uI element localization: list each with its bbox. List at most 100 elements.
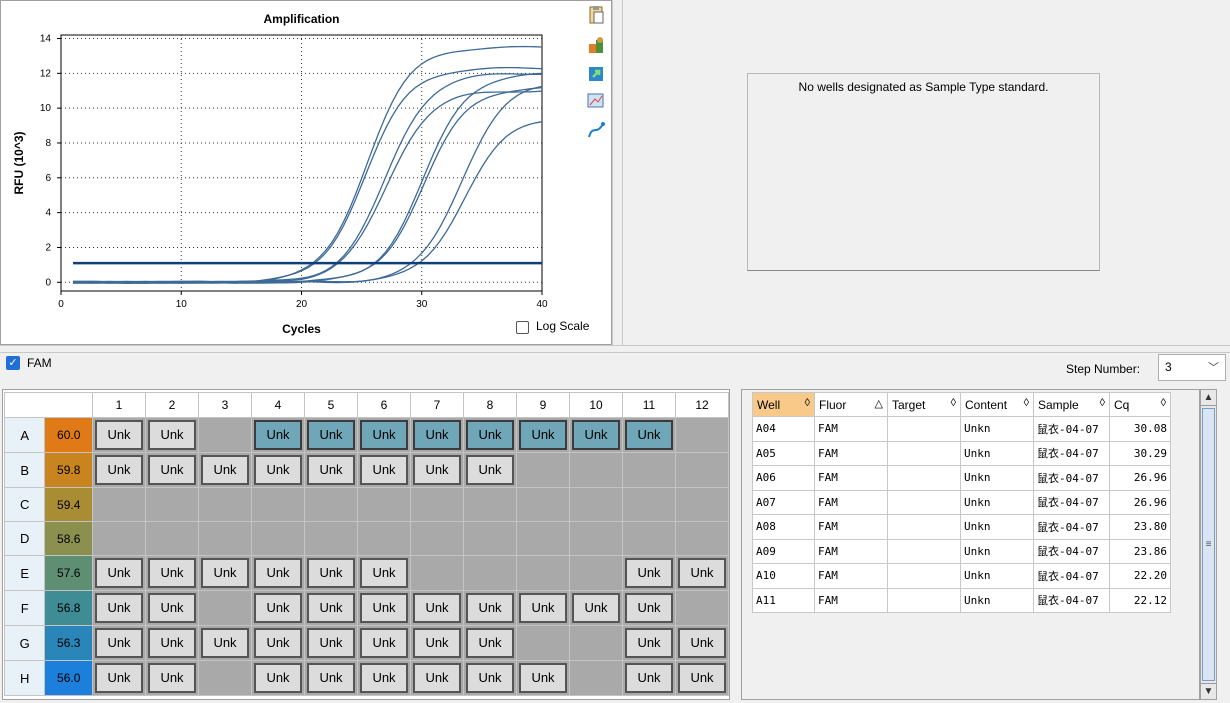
plate-well[interactable]: [675, 487, 729, 522]
sort-icon[interactable]: ◊: [1100, 397, 1105, 409]
plate-well[interactable]: Unk: [675, 660, 729, 696]
plate-column-header[interactable]: 7: [410, 392, 464, 418]
plate-row-header[interactable]: H: [3, 660, 46, 696]
plate-well[interactable]: Unk: [463, 625, 517, 661]
plate-well[interactable]: [569, 521, 623, 556]
plate-well[interactable]: Unk: [92, 590, 146, 626]
table-row[interactable]: A04 FAM Unkn 鼠衣-04-07 30.08: [752, 416, 1171, 442]
plate-well[interactable]: [304, 487, 358, 522]
log-scale-checkbox[interactable]: [516, 321, 529, 334]
grid-column-header[interactable]: Target ◊: [887, 392, 961, 417]
sort-icon[interactable]: ◊: [1024, 397, 1029, 409]
table-cell[interactable]: FAM: [814, 416, 888, 442]
plate-well[interactable]: Unk: [622, 660, 676, 696]
scroll-thumb[interactable]: ≡: [1202, 408, 1215, 681]
plate-well[interactable]: [569, 487, 623, 522]
plate-well[interactable]: [198, 521, 252, 556]
plate-column-header[interactable]: 6: [357, 392, 411, 418]
plate-well[interactable]: Unk: [410, 452, 464, 488]
plate-well[interactable]: [198, 487, 252, 522]
plate-well[interactable]: [463, 487, 517, 522]
table-cell[interactable]: Unkn: [960, 587, 1034, 613]
vertical-splitter[interactable]: [612, 0, 623, 345]
plate-corner[interactable]: [4, 392, 93, 418]
table-cell[interactable]: Unkn: [960, 538, 1034, 564]
plate-well[interactable]: Unk: [251, 660, 305, 696]
trace-style-icon[interactable]: [586, 120, 606, 140]
table-cell[interactable]: FAM: [814, 563, 888, 589]
table-cell[interactable]: A10: [752, 563, 815, 589]
plate-well[interactable]: Unk: [304, 590, 358, 626]
table-cell[interactable]: A07: [752, 489, 815, 515]
plate-row-header[interactable]: A: [3, 417, 46, 453]
table-cell[interactable]: FAM: [814, 465, 888, 491]
plate-well[interactable]: [92, 521, 146, 556]
plate-well[interactable]: Unk: [198, 625, 252, 661]
export-icon[interactable]: [586, 64, 606, 84]
plate-well[interactable]: Unk: [251, 625, 305, 661]
sort-icon[interactable]: ◊: [1161, 397, 1166, 409]
plate-well[interactable]: Unk: [357, 590, 411, 626]
table-cell[interactable]: Unkn: [960, 465, 1034, 491]
table-cell[interactable]: 30.29: [1109, 440, 1171, 466]
plate-well[interactable]: Unk: [145, 555, 199, 591]
table-cell[interactable]: Unkn: [960, 563, 1034, 589]
plate-well[interactable]: Unk: [410, 625, 464, 661]
plate-well[interactable]: Unk: [145, 625, 199, 661]
plate-well[interactable]: Unk: [622, 590, 676, 626]
table-cell[interactable]: [887, 465, 961, 491]
grid-column-header[interactable]: Content ◊: [960, 392, 1034, 417]
plate-well[interactable]: Unk: [251, 555, 305, 591]
table-cell[interactable]: 鼠衣-04-07: [1033, 440, 1110, 466]
plate-well[interactable]: Unk: [463, 452, 517, 488]
plate-well[interactable]: [675, 417, 729, 453]
plate-well[interactable]: [198, 417, 252, 453]
plate-well[interactable]: Unk: [622, 625, 676, 661]
step-number-select[interactable]: 3 ﹀: [1158, 354, 1226, 381]
table-cell[interactable]: 鼠衣-04-07: [1033, 587, 1110, 613]
plate-well[interactable]: Unk: [410, 660, 464, 696]
plate-well[interactable]: [410, 487, 464, 522]
plate-column-header[interactable]: 3: [198, 392, 252, 418]
table-cell[interactable]: A08: [752, 514, 815, 540]
sort-icon[interactable]: △: [875, 397, 883, 410]
plate-well[interactable]: [463, 521, 517, 556]
scroll-up-icon[interactable]: ▲: [1201, 390, 1216, 406]
plate-well[interactable]: Unk: [357, 625, 411, 661]
table-cell[interactable]: 22.20: [1109, 563, 1171, 589]
grid-column-header[interactable]: Sample ◊: [1033, 392, 1110, 417]
table-cell[interactable]: Unkn: [960, 440, 1034, 466]
plate-well[interactable]: Unk: [410, 590, 464, 626]
table-cell[interactable]: 26.96: [1109, 489, 1171, 515]
plate-well[interactable]: [198, 590, 252, 626]
table-row[interactable]: A11 FAM Unkn 鼠衣-04-07 22.12: [752, 587, 1171, 613]
table-row[interactable]: A08 FAM Unkn 鼠衣-04-07 23.80: [752, 514, 1171, 540]
table-cell[interactable]: 26.96: [1109, 465, 1171, 491]
plate-well[interactable]: Unk: [145, 417, 199, 453]
fam-checkbox[interactable]: ✓: [6, 356, 20, 370]
plate-well[interactable]: Unk: [622, 417, 676, 453]
plate-well[interactable]: Unk: [463, 660, 517, 696]
plate-well[interactable]: Unk: [304, 625, 358, 661]
plate-well[interactable]: [569, 625, 623, 661]
plate-well[interactable]: Unk: [198, 452, 252, 488]
table-row[interactable]: A09 FAM Unkn 鼠衣-04-07 23.86: [752, 538, 1171, 564]
plate-well[interactable]: [516, 521, 570, 556]
table-cell[interactable]: FAM: [814, 587, 888, 613]
plate-row-header[interactable]: E: [3, 555, 46, 591]
plate-well[interactable]: [622, 452, 676, 488]
plate-well[interactable]: [410, 555, 464, 591]
plate-row-header[interactable]: C: [3, 487, 46, 522]
plate-well[interactable]: Unk: [516, 660, 570, 696]
plate-well[interactable]: Unk: [463, 590, 517, 626]
plate-well[interactable]: Unk: [675, 555, 729, 591]
table-cell[interactable]: 鼠衣-04-07: [1033, 465, 1110, 491]
plate-well[interactable]: Unk: [145, 660, 199, 696]
plate-well[interactable]: Unk: [357, 452, 411, 488]
plate-well[interactable]: Unk: [251, 590, 305, 626]
plate-row-header[interactable]: F: [3, 590, 46, 626]
table-cell[interactable]: Unkn: [960, 489, 1034, 515]
plate-well[interactable]: Unk: [304, 417, 358, 453]
plate-well[interactable]: [569, 555, 623, 591]
plate-well[interactable]: [516, 452, 570, 488]
